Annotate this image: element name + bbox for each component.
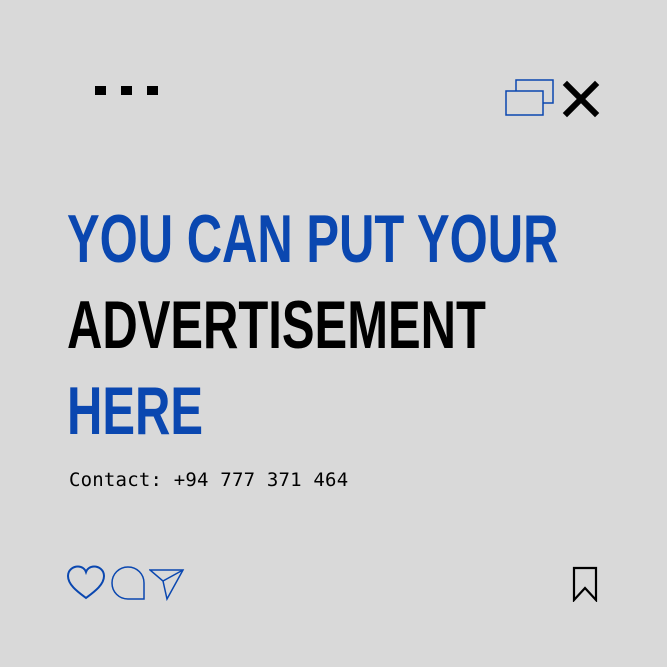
comment-icon[interactable] [110,565,146,601]
bookmark-icon[interactable] [571,566,599,602]
close-icon[interactable] [562,80,600,118]
heart-icon[interactable] [66,565,106,601]
headline-line-2: ADVERTISEMENT [67,287,486,363]
contact-text: Contact: +94 777 371 464 [69,469,349,491]
dot [121,86,132,95]
overlapping-windows-icon[interactable] [505,79,555,117]
send-icon[interactable] [149,565,185,601]
more-dots-icon[interactable] [95,86,158,95]
headline: YOU CAN PUT YOUR ADVERTISEMENT HERE [67,196,667,454]
action-bar [66,565,185,601]
headline-line-3: HERE [67,373,204,449]
dot [147,86,158,95]
headline-line-1: YOU CAN PUT YOUR [67,201,559,277]
dot [95,86,106,95]
